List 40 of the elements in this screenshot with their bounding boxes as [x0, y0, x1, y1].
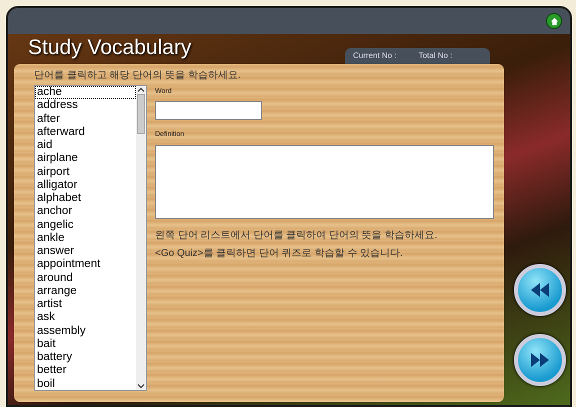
- word-list-item[interactable]: around: [35, 272, 136, 285]
- word-list-item[interactable]: battery: [35, 351, 136, 364]
- word-list-item[interactable]: afterward: [35, 126, 136, 139]
- word-list-item[interactable]: alligator: [35, 178, 136, 192]
- word-list-item[interactable]: artist: [35, 298, 136, 312]
- hint-text: 왼쪽 단어 리스트에서 단어를 클릭하여 단어의 뜻을 학습하세요.: [155, 229, 438, 243]
- word-list-item[interactable]: assembly: [35, 324, 136, 338]
- word-list-item[interactable]: after: [35, 112, 136, 126]
- word-list-item[interactable]: ask: [35, 311, 136, 324]
- instruction-text: 단어를 클릭하고 해당 단어의 뜻을 학습하세요.: [34, 69, 242, 83]
- home-button[interactable]: [546, 13, 562, 29]
- word-list-item[interactable]: airplane: [35, 152, 136, 166]
- word-list-item[interactable]: boil: [35, 378, 136, 390]
- word-list-item[interactable]: airport: [35, 166, 136, 179]
- scrollbar[interactable]: [136, 86, 146, 390]
- word-list-item[interactable]: better: [35, 364, 136, 378]
- current-number-label: Current No :: [353, 50, 397, 62]
- scroll-thumb[interactable]: [137, 94, 145, 134]
- word-list-item[interactable]: angelic: [35, 218, 136, 232]
- hint-text: <Go Quiz>를 클릭하면 단어 퀴즈로 학습할 수 있습니다.: [155, 247, 404, 261]
- total-number-label: Total No :: [418, 50, 452, 62]
- word-list-item[interactable]: bait: [35, 338, 136, 351]
- scroll-up-icon[interactable]: [137, 86, 145, 94]
- home-icon: [550, 16, 558, 26]
- scroll-down-icon[interactable]: [137, 382, 145, 390]
- word-field[interactable]: [155, 100, 262, 120]
- word-list-item[interactable]: ankle: [35, 232, 136, 245]
- next-button[interactable]: [514, 334, 566, 386]
- word-listbox[interactable]: ache address after afterward aid airplane airport alligator alphabet anchor angelic ankle answer appointment around arrange artist ask assembly bait battery better boil: [34, 85, 147, 391]
- page-title: Study Vocabulary: [28, 37, 192, 58]
- word-list-item[interactable]: answer: [35, 245, 136, 258]
- word-list-item[interactable]: arrange: [35, 284, 136, 298]
- word-list-item[interactable]: address: [35, 99, 136, 112]
- word-list-item[interactable]: alphabet: [35, 192, 136, 206]
- definition-field[interactable]: [155, 145, 494, 219]
- word-list-item[interactable]: anchor: [35, 205, 136, 218]
- previous-button[interactable]: [514, 264, 566, 316]
- word-list-item[interactable]: aid: [35, 139, 136, 152]
- word-list-item[interactable]: ache: [35, 86, 136, 100]
- word-list-item[interactable]: appointment: [35, 258, 136, 272]
